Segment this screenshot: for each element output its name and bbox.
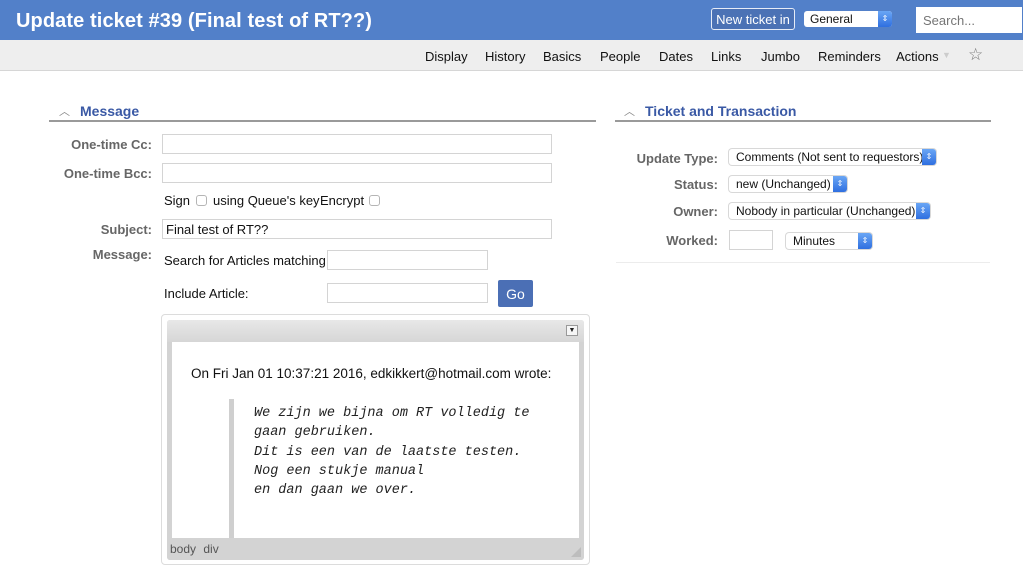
bcc-label: One-time Bcc:	[63, 166, 152, 181]
nav-reminders[interactable]: Reminders	[818, 49, 881, 64]
search-input[interactable]	[916, 7, 1022, 33]
encrypt-checkbox[interactable]	[369, 195, 380, 206]
worked-unit-value: Minutes	[793, 234, 836, 248]
subject-input[interactable]	[162, 219, 552, 239]
section-divider	[49, 120, 596, 122]
encrypt-label: Encrypt	[320, 193, 365, 208]
sign-checkbox[interactable]	[196, 195, 207, 206]
queue-select-value: General	[810, 12, 853, 26]
ticket-nav: Display History Basics People Dates Link…	[0, 40, 1023, 71]
chevron-up-icon[interactable]: ︿	[624, 103, 635, 119]
include-article-input[interactable]	[327, 283, 488, 303]
include-article-label: Include Article:	[164, 286, 249, 301]
subject-label: Subject:	[100, 222, 152, 237]
quote-header: On Fri Jan 01 10:37:21 2016, edkikkert@h…	[191, 366, 552, 381]
resize-handle-icon[interactable]	[571, 547, 581, 557]
one-time-cc-input[interactable]	[162, 134, 552, 154]
select-arrows-icon: ⇕	[833, 176, 847, 192]
cc-label: One-time Cc:	[71, 137, 152, 152]
update-type-value: Comments (Not sent to requestors)	[736, 150, 924, 164]
select-arrows-icon: ⇕	[916, 203, 930, 219]
select-arrows-icon: ⇕	[878, 11, 892, 27]
quote-line: We zijn we bijna om RT volledig te	[254, 406, 530, 421]
owner-label: Owner:	[673, 204, 718, 219]
update-type-select[interactable]: Comments (Not sent to requestors) ⇕	[729, 149, 936, 165]
blockquote-bar	[229, 399, 234, 538]
worked-input[interactable]	[729, 230, 773, 250]
nav-jumbo[interactable]: Jumbo	[761, 49, 800, 64]
nav-history[interactable]: History	[485, 49, 525, 64]
quote-line: Nog een stukje manual	[254, 463, 425, 479]
editor-statusbar: body div	[167, 538, 584, 560]
message-section-title[interactable]: Message	[80, 103, 139, 119]
one-time-bcc-input[interactable]	[162, 163, 552, 183]
owner-value: Nobody in particular (Unchanged)	[736, 204, 916, 218]
search-articles-input[interactable]	[327, 250, 488, 270]
element-path[interactable]: body div	[170, 542, 219, 556]
section-divider	[615, 120, 991, 122]
nav-links[interactable]: Links	[711, 49, 741, 64]
worked-unit-select[interactable]: Minutes ⇕	[786, 233, 872, 249]
go-button[interactable]: Go	[498, 280, 533, 307]
nav-actions[interactable]: Actions	[896, 49, 939, 64]
status-select[interactable]: new (Unchanged) ⇕	[729, 176, 847, 192]
select-arrows-icon: ⇕	[858, 233, 872, 249]
queue-select[interactable]: General ⇕	[804, 11, 892, 27]
section-bottom-border	[616, 262, 990, 263]
nav-people[interactable]: People	[600, 49, 640, 64]
editor-frame: ▼ On Fri Jan 01 10:37:21 2016, edkikkert…	[167, 320, 584, 560]
star-outline-icon[interactable]: ☆	[968, 45, 983, 65]
search-articles-label: Search for Articles matching	[164, 253, 326, 268]
sign-label: Sign	[164, 193, 191, 208]
worked-label: Worked:	[666, 233, 718, 248]
page-header: Update ticket #39 (Final test of RT??) N…	[0, 0, 1023, 40]
update-type-label: Update Type:	[636, 151, 718, 166]
triangle-down-icon[interactable]: ▼	[942, 50, 951, 60]
message-editor: ▼ On Fri Jan 01 10:37:21 2016, edkikkert…	[161, 314, 590, 565]
nav-dates[interactable]: Dates	[659, 49, 693, 64]
editor-toolbar: ▼	[167, 320, 584, 342]
quoted-message: We zijn we bijna om RT volledig te gaan g…	[254, 404, 529, 500]
ticket-section-title[interactable]: Ticket and Transaction	[645, 103, 796, 119]
select-arrows-icon: ⇕	[922, 149, 936, 165]
new-ticket-button[interactable]: New ticket in	[711, 8, 795, 30]
quote-line: Dit is een van de laatste testen.	[254, 444, 522, 460]
quote-line: gaan gebruiken.	[254, 425, 376, 441]
queue-key-label: using Queue's key	[213, 193, 320, 208]
editor-content[interactable]: On Fri Jan 01 10:37:21 2016, edkikkert@h…	[172, 342, 579, 538]
owner-select[interactable]: Nobody in particular (Unchanged) ⇕	[729, 203, 930, 219]
status-value: new (Unchanged)	[736, 177, 831, 191]
chevron-up-icon[interactable]: ︿	[59, 103, 70, 119]
page-title: Update ticket #39 (Final test of RT??)	[16, 10, 373, 32]
quote-line: en dan gaan we over.	[254, 483, 417, 499]
toolbar-collapse-icon[interactable]: ▼	[566, 325, 578, 336]
nav-basics[interactable]: Basics	[543, 49, 581, 64]
message-label: Message:	[92, 247, 152, 262]
nav-display[interactable]: Display	[425, 49, 468, 64]
status-label: Status:	[673, 177, 718, 192]
